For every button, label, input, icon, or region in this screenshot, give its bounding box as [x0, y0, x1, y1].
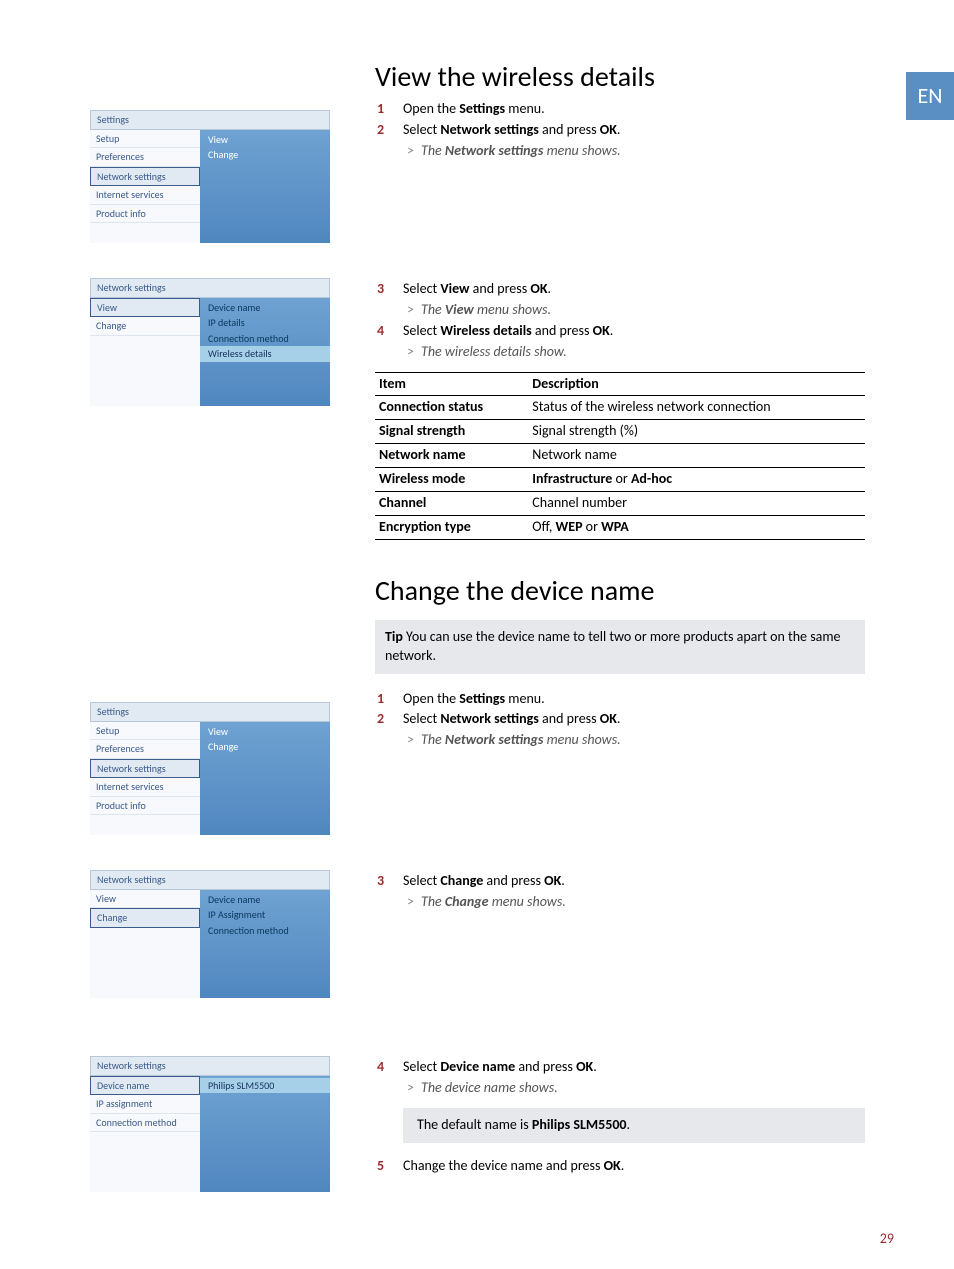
step-4: 4Select Wireless details and press OK. — [375, 322, 865, 341]
step-2-result: The Network settings menu shows. — [375, 731, 865, 750]
step-3-result: The Change menu shows. — [375, 893, 865, 912]
step-text: Select View and press OK. — [403, 280, 551, 297]
submenu-item-change[interactable]: Change — [200, 739, 330, 755]
step-text: Select Device name and press OK. — [403, 1058, 597, 1075]
wireless-details-table: ItemDescription Connection statusStatus … — [375, 372, 865, 540]
menu-header: Network settings — [90, 870, 330, 890]
menu-network-settings-change: Network settings View Change Device name… — [90, 870, 330, 998]
menu-item-device-name[interactable]: Device name — [90, 1076, 200, 1096]
table-cell: Network name — [375, 444, 528, 468]
menu-header: Network settings — [90, 1056, 330, 1076]
step-2-result: The Network settings menu shows. — [375, 142, 865, 161]
step-4-result: The device name shows. — [375, 1079, 865, 1098]
menu-header: Network settings — [90, 278, 330, 298]
submenu-item-wireless-details[interactable]: Wireless details — [200, 346, 330, 362]
step-text: Select Change and press OK. — [403, 872, 565, 889]
device-name-value[interactable]: Philips SLM5500 — [200, 1078, 330, 1094]
step-text: Select Wireless details and press OK. — [403, 322, 613, 339]
menu-item-change[interactable]: Change — [90, 317, 200, 336]
table-cell: Signal strength — [375, 420, 528, 444]
table-cell: Wireless mode — [375, 468, 528, 492]
note-box: The default name is Philips SLM5500. — [403, 1108, 865, 1143]
step-text: Open the Settings menu. — [403, 690, 545, 707]
menu-item-product-info[interactable]: Product info — [90, 797, 200, 816]
heading-view-wireless-details: View the wireless details — [375, 58, 865, 96]
heading-change-device-name: Change the device name — [375, 572, 865, 610]
menu-item-setup[interactable]: Setup — [90, 130, 200, 149]
submenu-item-change[interactable]: Change — [200, 147, 330, 163]
menu-item-setup[interactable]: Setup — [90, 722, 200, 741]
menu-header: Settings — [90, 110, 330, 130]
menu-item-internet-services[interactable]: Internet services — [90, 186, 200, 205]
table-cell: Connection status — [375, 396, 528, 420]
menu-item-preferences[interactable]: Preferences — [90, 148, 200, 167]
menu-header: Settings — [90, 702, 330, 722]
table-cell: Network name — [528, 444, 865, 468]
submenu-item-connection-method[interactable]: Connection method — [200, 331, 330, 347]
submenu-item-device-name[interactable]: Device name — [200, 300, 330, 316]
menu-item-change[interactable]: Change — [90, 908, 200, 928]
step-3: 3Select View and press OK. — [375, 280, 865, 299]
step-4: 4Select Device name and press OK. — [375, 1058, 865, 1077]
menu-item-network-settings[interactable]: Network settings — [90, 759, 200, 779]
step-text: Select Network settings and press OK. — [403, 710, 620, 727]
table-cell: Signal strength (%) — [528, 420, 865, 444]
submenu-item-ip-details[interactable]: IP details — [200, 315, 330, 331]
submenu-item-view[interactable]: View — [200, 132, 330, 148]
menu-settings-2: Settings Setup Preferences Network setti… — [90, 702, 330, 835]
step-3-result: The View menu shows. — [375, 301, 865, 320]
menu-item-ip-assignment[interactable]: IP assignment — [90, 1095, 200, 1114]
table-cell: Off, WEP or WPA — [528, 515, 865, 539]
step-text: Open the Settings menu. — [403, 100, 545, 117]
step-4-result: The wireless details show. — [375, 343, 865, 362]
tip-box: Tip You can use the device name to tell … — [375, 620, 865, 674]
table-cell: Channel — [375, 492, 528, 516]
language-tab: EN — [906, 72, 954, 120]
step-1: 1Open the Settings menu. — [375, 690, 865, 709]
table-cell: Channel number — [528, 492, 865, 516]
step-5: 5Change the device name and press OK. — [375, 1157, 865, 1176]
table-cell: Encryption type — [375, 515, 528, 539]
menu-item-network-settings[interactable]: Network settings — [90, 167, 200, 187]
menu-network-settings-view: Network settings View Change Device name… — [90, 278, 330, 406]
submenu-item-connection-method[interactable]: Connection method — [200, 923, 330, 939]
page-number: 29 — [880, 1230, 894, 1249]
step-2: 2Select Network settings and press OK. — [375, 121, 865, 140]
table-header-description: Description — [528, 372, 865, 396]
submenu-item-view[interactable]: View — [200, 724, 330, 740]
menu-item-view[interactable]: View — [90, 298, 200, 318]
menu-item-connection-method[interactable]: Connection method — [90, 1114, 200, 1133]
step-text: Select Network settings and press OK. — [403, 121, 620, 138]
table-header-item: Item — [375, 372, 528, 396]
menu-settings-1: Settings Setup Preferences Network setti… — [90, 110, 330, 243]
table-cell: Infrastructure or Ad-hoc — [528, 468, 865, 492]
menu-item-view[interactable]: View — [90, 890, 200, 909]
step-3: 3Select Change and press OK. — [375, 872, 865, 891]
menu-item-preferences[interactable]: Preferences — [90, 740, 200, 759]
step-text: Change the device name and press OK. — [403, 1157, 624, 1174]
step-2: 2Select Network settings and press OK. — [375, 710, 865, 729]
menu-device-name: Network settings Device name IP assignme… — [90, 1056, 330, 1192]
step-1: 1Open the Settings menu. — [375, 100, 865, 119]
menu-item-product-info[interactable]: Product info — [90, 205, 200, 224]
submenu-item-ip-assignment[interactable]: IP Assignment — [200, 907, 330, 923]
table-cell: Status of the wireless network connectio… — [528, 396, 865, 420]
submenu-item-device-name[interactable]: Device name — [200, 892, 330, 908]
menu-item-internet-services[interactable]: Internet services — [90, 778, 200, 797]
